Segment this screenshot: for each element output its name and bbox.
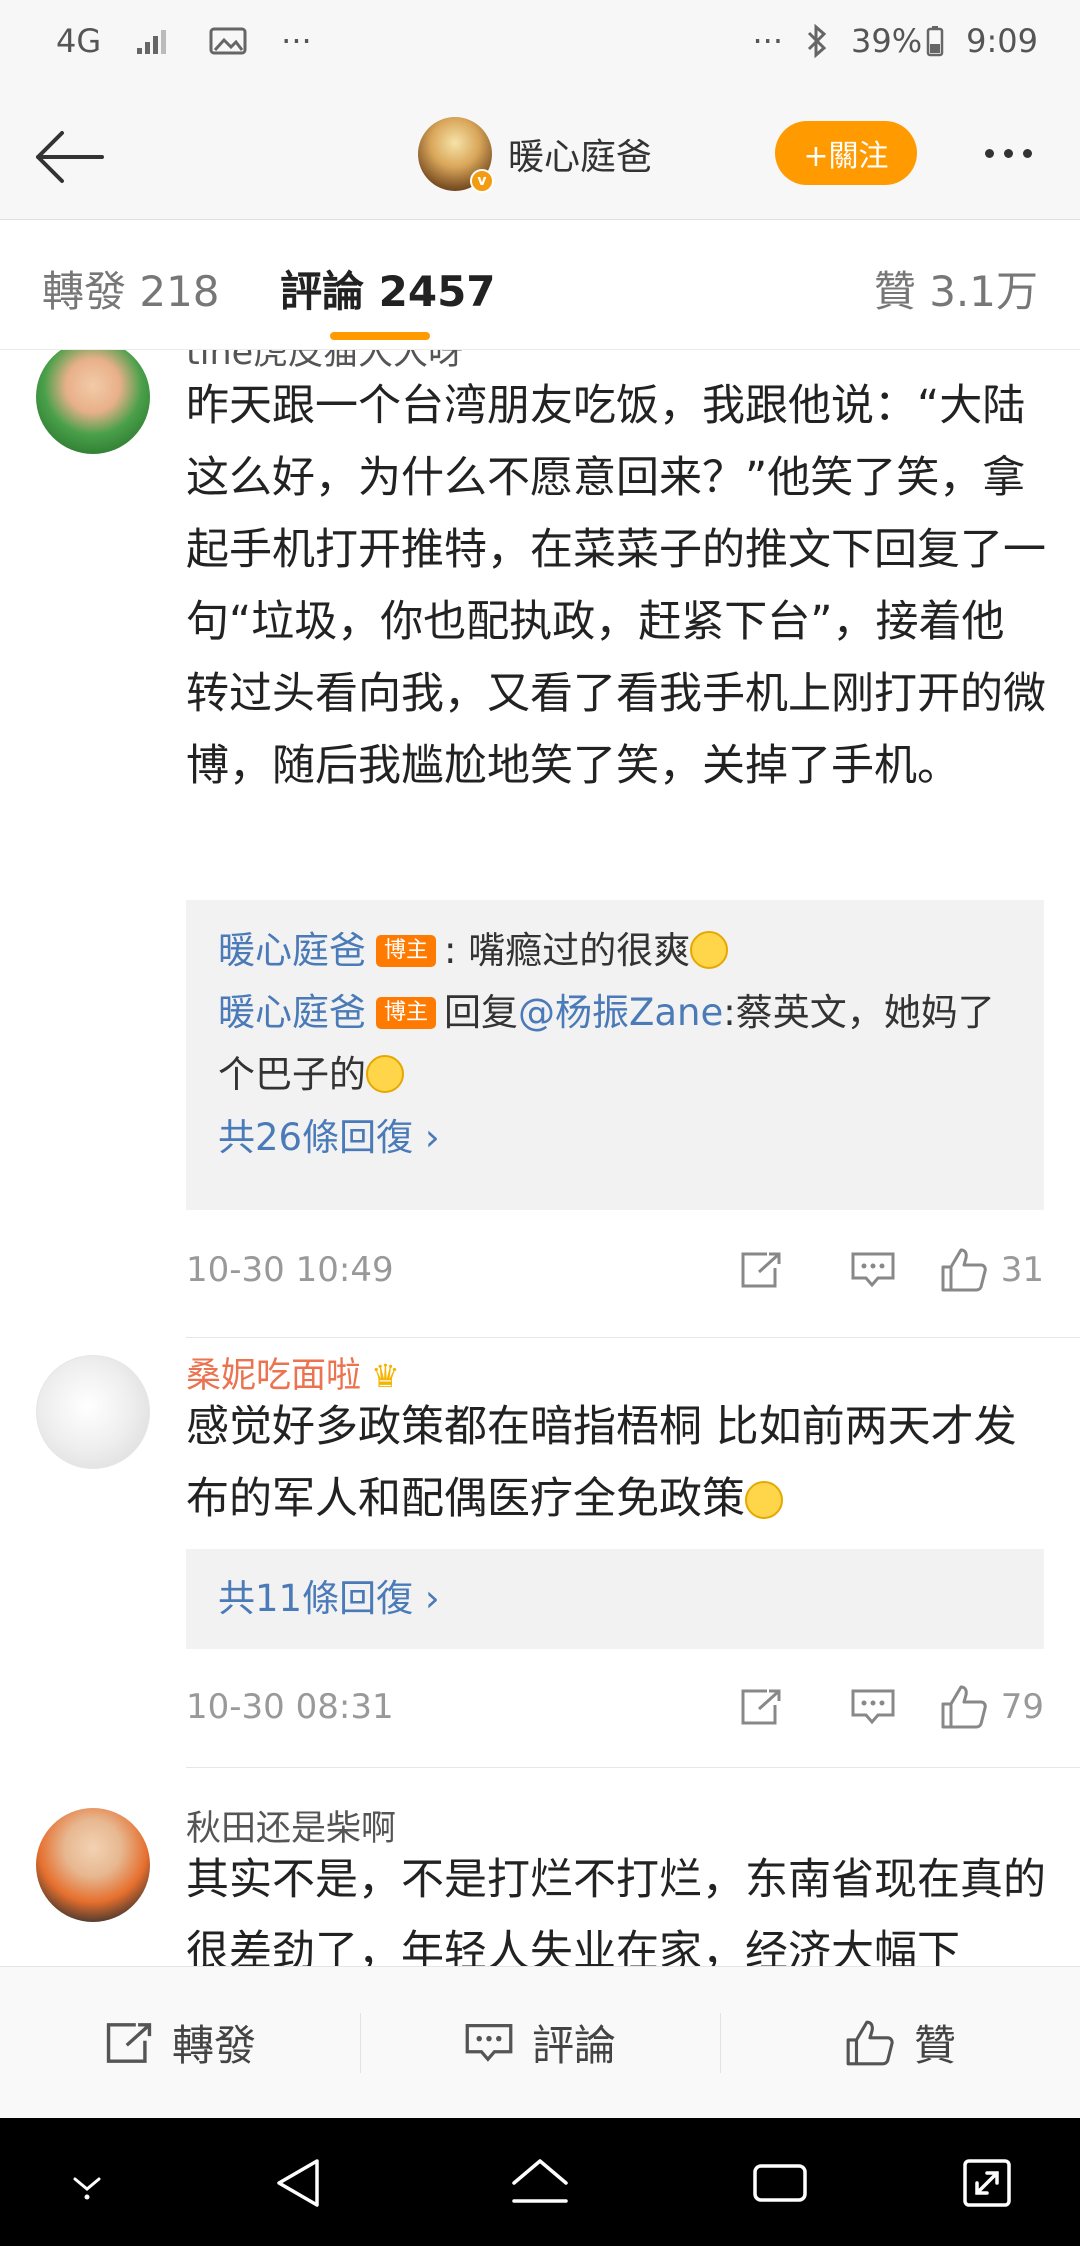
top-nav-bar: v 暖心庭爸 +關注 [0, 95, 1080, 220]
reply-author-link[interactable]: 暖心庭爸 [218, 991, 366, 1034]
comment-meta-row: 10-30 10:49 31 [186, 1240, 1044, 1300]
repost-button[interactable] [705, 1240, 817, 1300]
more-options-button[interactable] [968, 123, 1048, 183]
bluetooth-icon [805, 24, 829, 58]
arrow-left-icon [36, 131, 104, 183]
dot-icon [984, 148, 994, 158]
comment-icon [851, 1689, 895, 1725]
recents-icon [753, 2164, 807, 2202]
system-expand-button[interactable] [952, 2148, 1022, 2218]
divider [186, 1767, 1080, 1768]
grin-emoji-icon [366, 1055, 404, 1093]
crown-icon: ♛ [371, 1357, 400, 1395]
share-icon [106, 2022, 152, 2063]
comment-text: 其实不是，不是打烂不打烂，东南省现在真的很差劲了，年轻人失业在家，经济大幅下 [186, 1855, 1046, 1966]
like-action-button[interactable]: 贊 [720, 1967, 1080, 2118]
thumbs-up-icon [941, 1248, 987, 1292]
comment-action-label: 評論 [531, 2021, 616, 2070]
laugh-cry-emoji-icon [690, 931, 729, 969]
system-recents-button[interactable] [745, 2148, 815, 2218]
avatar[interactable] [36, 350, 150, 454]
gallery-icon [209, 26, 247, 56]
repost-action-button[interactable]: 轉發 [0, 1967, 360, 2118]
like-count: 31 [1000, 1250, 1044, 1290]
reply-prefix: 回复 [444, 991, 519, 1034]
avatar[interactable] [36, 1808, 150, 1922]
tab-comment[interactable]: 評論 2457 [280, 258, 496, 319]
comment-list[interactable]: tine虎皮猫大大呀 昨天跟一个台湾朋友吃饭，我跟他说：“大陆这么好，为什么不愿… [0, 350, 1080, 1966]
triangle-back-icon [277, 2159, 319, 2207]
system-navigation-bar [0, 2118, 1080, 2246]
repost-button[interactable] [705, 1677, 817, 1737]
follow-button[interactable]: +關注 [775, 121, 917, 185]
system-home-button[interactable] [505, 2148, 575, 2218]
comment-time: 10-30 10:49 [186, 1250, 394, 1290]
reply-preview-box[interactable]: 共11條回復 › [186, 1549, 1044, 1649]
repost-action-label: 轉發 [171, 2021, 256, 2070]
dot-icon [1022, 148, 1032, 158]
comment-text-content: 感觉好多政策都在暗指梧桐 比如前两天才发布的军人和配偶医疗全免政策 [186, 1402, 1017, 1524]
comment-text: 昨天跟一个台湾朋友吃饭，我跟他说：“大陆这么好，为什么不愿意回来？”他笑了笑，拿… [186, 381, 1046, 791]
like-count: 79 [1000, 1687, 1044, 1727]
hide-keyboard-button[interactable] [52, 2148, 122, 2218]
tab-like[interactable]: 贊 3.1万 [874, 258, 1038, 319]
home-icon [512, 2159, 568, 2203]
battery-percent: 39% [851, 22, 923, 60]
nav-user-profile[interactable]: v 暖心庭爸 [418, 117, 652, 193]
reply-button[interactable] [817, 1240, 929, 1300]
status-more-icon: ··· [281, 22, 312, 60]
expand-icon [963, 2159, 1011, 2207]
reply-text: : 嘴瘾过的很爽 [444, 929, 691, 972]
comment-icon [851, 1252, 895, 1288]
comment-time: 10-30 08:31 [186, 1687, 394, 1727]
reply-line: 暖心庭爸 博主: 嘴瘾过的很爽 [218, 920, 1014, 982]
username-text: 桑妮吃面啦 [186, 1356, 362, 1396]
back-button[interactable] [26, 115, 110, 199]
reply-line: 暖心庭爸 博主 回复@杨振Zane:蔡英文，她妈了个巴子的 [218, 982, 1014, 1106]
tab-repost[interactable]: 轉發 218 [42, 258, 220, 319]
avatar[interactable] [36, 1355, 150, 1469]
reply-author-link[interactable]: 暖心庭爸 [218, 929, 366, 972]
chevron-down-icon [73, 2177, 101, 2200]
status-bar: 4G ··· ··· 39% 9:09 [0, 0, 1080, 95]
comment-text: 感觉好多政策都在暗指梧桐 比如前两天才发布的军人和配偶医疗全免政策 [186, 1391, 1046, 1535]
comment-action-button[interactable]: 評論 [360, 1967, 720, 2118]
verified-badge-icon: v [470, 169, 494, 193]
comment-meta-row: 10-30 08:31 79 [186, 1677, 1044, 1737]
mention-link[interactable]: @杨振Zane [518, 991, 723, 1034]
op-badge: 博主 [376, 997, 437, 1029]
clock: 9:09 [966, 22, 1038, 60]
like-action-label: 贊 [913, 2021, 956, 2070]
battery-icon [926, 25, 944, 57]
more-replies-link[interactable]: 共26條回復 › [218, 1106, 1014, 1170]
more-replies-link[interactable]: 共11條回復 › [218, 1567, 1014, 1631]
avatar[interactable]: v [418, 117, 494, 193]
reply-button[interactable] [817, 1677, 929, 1737]
like-button[interactable]: 31 [929, 1247, 1044, 1293]
op-badge: 博主 [376, 935, 437, 967]
thumbs-up-icon [941, 1685, 987, 1729]
thumbs-up-icon [846, 2020, 894, 2065]
page-title[interactable]: 暖心庭爸 [508, 128, 652, 180]
system-back-button[interactable] [264, 2148, 334, 2218]
detail-tabs: 轉發 218 評論 2457 贊 3.1万 [0, 220, 1080, 350]
signal-icon [135, 26, 175, 56]
status-right-more-icon: ··· [752, 22, 784, 60]
active-tab-indicator [330, 332, 430, 340]
share-icon [741, 1689, 781, 1725]
bottom-action-bar: 轉發 評論 贊 [0, 1966, 1080, 2118]
like-button[interactable]: 79 [929, 1684, 1044, 1730]
divider [186, 1337, 1080, 1338]
dot-icon [1003, 148, 1013, 158]
laugh-cry-emoji-icon [745, 1481, 783, 1519]
comment-icon [465, 2023, 513, 2062]
reply-preview-box[interactable]: 暖心庭爸 博主: 嘴瘾过的很爽 暖心庭爸 博主 回复@杨振Zane:蔡英文，她妈了个巴… [186, 900, 1044, 1210]
network-indicator: 4G [56, 22, 102, 60]
share-icon [741, 1252, 781, 1288]
